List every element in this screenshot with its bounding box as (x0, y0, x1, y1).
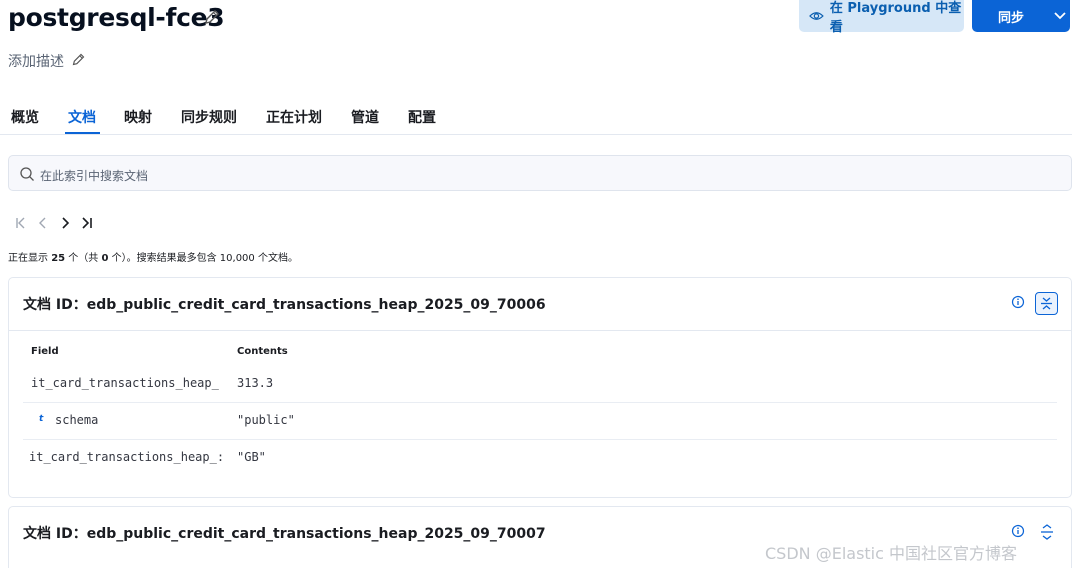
tab-configuration[interactable]: 配置 (408, 107, 436, 127)
field-value: "GB" (237, 450, 266, 464)
document-card-header: 文档 ID：edb_public_credit_card_transaction… (9, 278, 1071, 331)
tab-scheduling[interactable]: 正在计划 (266, 107, 322, 127)
document-id: 文档 ID：edb_public_credit_card_transaction… (23, 297, 546, 313)
playground-button-label: 在 Playground 中查看 (829, 1, 962, 35)
tab-sync-rules[interactable]: 同步规则 (181, 107, 237, 127)
text-type-icon: t (39, 414, 44, 424)
table-row: it_card_transactions_heap_: "GB" (23, 440, 1057, 477)
watermark: CSDN @Elastic 中国社区官方博客 (765, 544, 1018, 563)
field-name: schema (55, 413, 99, 427)
chevron-down-icon[interactable] (1050, 9, 1070, 23)
active-tab-indicator (65, 132, 100, 134)
pencil-icon[interactable] (203, 8, 221, 26)
expand-icon[interactable] (1038, 524, 1056, 544)
pencil-icon[interactable] (71, 52, 86, 67)
info-icon[interactable] (1011, 524, 1025, 538)
last-page-icon[interactable] (76, 214, 98, 232)
next-page-icon[interactable] (54, 214, 76, 232)
field-name: it_card_transactions_heap_: (29, 450, 225, 464)
view-in-playground-button[interactable]: 在 Playground 中查看 (799, 0, 964, 35)
column-header-contents: Contents (237, 346, 288, 357)
results-summary: 正在显示 25 个（共 0 个）。搜索结果最多包含 10,000 个文档。 (8, 253, 298, 264)
field-name: it_card_transactions_heap_ (31, 376, 219, 390)
sync-button-label: 同步 (997, 10, 1024, 26)
page-title: postgresql-fce3 (8, 3, 225, 32)
field-value: "public" (237, 413, 295, 427)
field-value: 313.3 (237, 376, 274, 390)
search-placeholder: 在此索引中搜索文档 (40, 169, 149, 183)
tab-bar: 概览 文档 映射 同步规则 正在计划 管道 配置 (0, 95, 1072, 135)
pagination (10, 214, 98, 232)
document-card: 文档 ID：edb_public_credit_card_transaction… (8, 277, 1072, 498)
tab-overview[interactable]: 概览 (11, 107, 39, 127)
tab-mappings[interactable]: 映射 (124, 107, 152, 127)
table-row: it_card_transactions_heap_ 313.3 (23, 366, 1057, 403)
column-header-field: Field (31, 346, 59, 357)
previous-page-icon[interactable] (32, 214, 54, 232)
table-row: t schema "public" (23, 403, 1057, 440)
add-description-link[interactable]: 添加描述 (8, 51, 64, 71)
document-id: 文档 ID：edb_public_credit_card_transaction… (23, 526, 546, 542)
info-icon[interactable] (1011, 295, 1025, 309)
first-page-icon[interactable] (10, 214, 32, 232)
eye-icon (809, 12, 824, 20)
document-search-input[interactable]: 在此索引中搜索文档 (8, 155, 1072, 191)
tab-pipelines[interactable]: 管道 (351, 107, 379, 127)
tab-documents[interactable]: 文档 (68, 107, 96, 127)
fold-icon (1041, 297, 1052, 310)
sync-button[interactable]: 同步 (972, 0, 1070, 32)
search-icon (20, 167, 34, 181)
collapse-button[interactable] (1035, 292, 1058, 315)
